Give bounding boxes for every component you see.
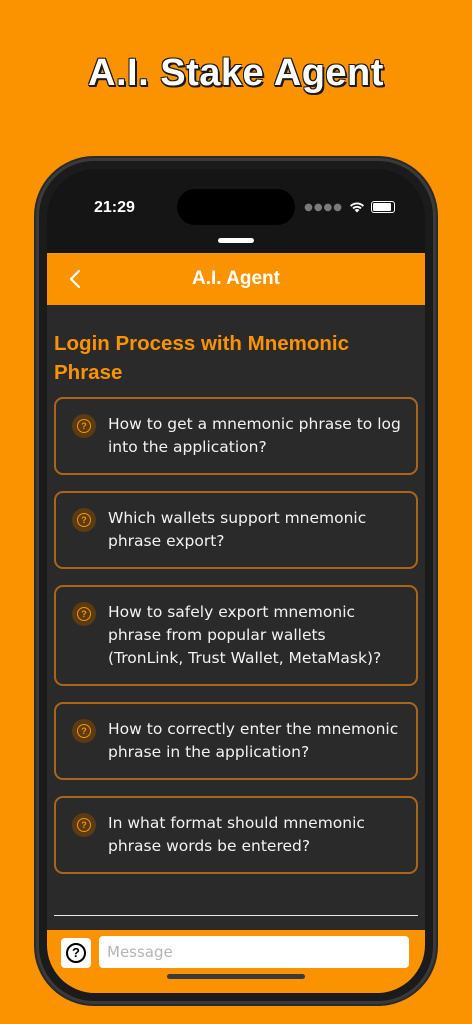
question-circle-icon: ? (72, 719, 96, 743)
question-circle-icon: ? (72, 508, 96, 532)
question-card[interactable]: ? How to correctly enter the mnemonic ph… (54, 702, 418, 780)
question-card[interactable]: ? In what format should mnemonic phrase … (54, 796, 418, 874)
chevron-left-icon (69, 269, 81, 289)
question-circle-icon: ? (72, 813, 96, 837)
phone-frame: 21:29 ●●●● A.I. Agent Login Process with… (36, 158, 436, 1004)
question-card[interactable]: ? Which wallets support mnemonic phrase … (54, 491, 418, 569)
home-indicator[interactable] (167, 974, 305, 979)
app-bar: A.I. Agent (47, 253, 425, 305)
help-circle-icon: ? (66, 943, 86, 963)
message-composer: ? (47, 930, 425, 993)
question-card[interactable]: ? How to safely export mnemonic phrase f… (54, 585, 418, 686)
app-sheet: A.I. Agent Login Process with Mnemonic P… (47, 253, 425, 993)
back-button[interactable] (63, 267, 87, 291)
section-title: Login Process with Mnemonic Phrase (54, 332, 350, 384)
status-icons: ●●●● (304, 201, 395, 213)
question-text: Which wallets support mnemonic phrase ex… (108, 509, 367, 550)
message-input[interactable] (99, 936, 409, 968)
question-circle-icon: ? (72, 602, 96, 626)
phone-screen: 21:29 ●●●● A.I. Agent Login Process with… (47, 169, 425, 993)
status-bar: 21:29 ●●●● (47, 169, 425, 239)
app-title: A.I. Agent (192, 268, 280, 289)
wifi-icon (350, 202, 364, 213)
dynamic-island (177, 189, 295, 225)
question-circle-icon: ? (72, 414, 96, 438)
question-text: How to correctly enter the mnemonic phra… (108, 720, 399, 761)
sheet-grabber[interactable] (218, 238, 254, 243)
signal-dots-icon: ●●●● (304, 201, 343, 213)
status-time: 21:29 (94, 199, 135, 216)
composer-divider (54, 915, 418, 916)
question-text: In what format should mnemonic phrase wo… (108, 814, 365, 855)
battery-icon (371, 201, 395, 213)
question-text: How to safely export mnemonic phrase fro… (108, 603, 382, 667)
question-card[interactable]: ? How to get a mnemonic phrase to log in… (54, 397, 418, 475)
question-text: How to get a mnemonic phrase to log into… (108, 415, 401, 456)
question-list: ? How to get a mnemonic phrase to log in… (54, 397, 418, 874)
help-button[interactable]: ? (61, 938, 91, 968)
promo-headline: A.I. Stake Agent (88, 52, 384, 94)
chat-content[interactable]: Login Process with Mnemonic Phrase ? How… (47, 305, 425, 915)
